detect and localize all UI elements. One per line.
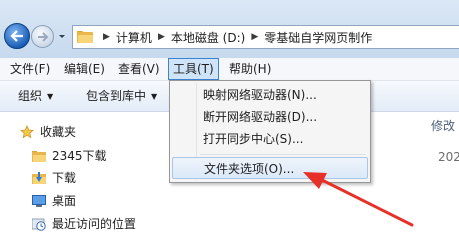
sidebar-item-label: 收藏夹 bbox=[40, 125, 77, 139]
column-header-date-modified[interactable]: 修改 bbox=[431, 117, 455, 134]
menu-item-label: 打开同步中心(S)... bbox=[203, 132, 304, 146]
menu-item-disconnect-network-drive[interactable]: 断开网络驱动器(D)... bbox=[172, 106, 368, 128]
star-icon bbox=[20, 125, 34, 139]
chevron-down-icon: ▼ bbox=[151, 92, 158, 101]
forward-button[interactable] bbox=[31, 25, 54, 48]
desktop-icon bbox=[32, 195, 46, 207]
forward-arrow-icon bbox=[37, 31, 48, 42]
sidebar-item-downloads[interactable]: 下载 bbox=[0, 167, 160, 189]
sidebar-item-label: 桌面 bbox=[52, 194, 77, 208]
include-in-library-button[interactable]: 包含到库中 ▼ bbox=[86, 81, 157, 111]
address-bar[interactable]: ▶ 计算机 ▶ 本地磁盘 (D:) ▶ 零基础自学网页制作 bbox=[72, 25, 459, 49]
recent-places-icon bbox=[32, 218, 46, 231]
breadcrumb-separator-icon[interactable]: ▶ bbox=[158, 32, 165, 42]
tools-dropdown-menu: 映射网络驱动器(N)... 断开网络驱动器(D)... 打开同步中心(S)...… bbox=[169, 80, 371, 183]
menu-bar: 文件(F) 编辑(E) 查看(V) 工具(T) 帮助(H) bbox=[0, 58, 459, 81]
back-button[interactable] bbox=[4, 23, 30, 49]
menu-item-folder-options[interactable]: 文件夹选项(O)... bbox=[172, 157, 368, 179]
breadcrumb-computer[interactable]: 计算机 bbox=[116, 29, 152, 46]
breadcrumb-local-disk[interactable]: 本地磁盘 (D:) bbox=[171, 29, 245, 46]
chevron-down-icon[interactable] bbox=[57, 30, 67, 42]
back-arrow-icon bbox=[10, 30, 23, 42]
menu-item-label: 映射网络驱动器(N)... bbox=[203, 88, 317, 102]
download-folder-icon bbox=[32, 172, 46, 184]
menu-separator bbox=[200, 154, 366, 155]
organize-label: 组织 bbox=[18, 89, 43, 103]
sidebar-item-label: 下载 bbox=[52, 171, 77, 185]
menu-edit[interactable]: 编辑(E) bbox=[60, 58, 109, 80]
sidebar-item-2345-download[interactable]: 2345下载 bbox=[0, 145, 160, 167]
menu-item-map-network-drive[interactable]: 映射网络驱动器(N)... bbox=[172, 84, 368, 106]
navigation-bar: ▶ 计算机 ▶ 本地磁盘 (D:) ▶ 零基础自学网页制作 bbox=[0, 0, 459, 58]
chevron-down-icon: ▼ bbox=[47, 92, 54, 101]
breadcrumb-separator-icon[interactable]: ▶ bbox=[251, 32, 258, 42]
sidebar-item-label: 2345下载 bbox=[52, 149, 107, 163]
breadcrumb-current-folder[interactable]: 零基础自学网页制作 bbox=[264, 29, 372, 46]
sidebar-item-desktop[interactable]: 桌面 bbox=[0, 190, 160, 212]
sidebar-item-recent-places[interactable]: 最近访问的位置 bbox=[0, 213, 160, 235]
folder-icon bbox=[77, 31, 93, 43]
include-in-library-label: 包含到库中 bbox=[86, 89, 147, 103]
menu-view[interactable]: 查看(V) bbox=[114, 58, 164, 80]
menu-item-open-sync-center[interactable]: 打开同步中心(S)... bbox=[172, 128, 368, 150]
file-date-modified: 202 bbox=[438, 150, 459, 164]
folder-icon bbox=[32, 151, 46, 162]
sidebar-item-label: 最近访问的位置 bbox=[52, 217, 137, 231]
organize-button[interactable]: 组织 ▼ bbox=[18, 81, 53, 111]
breadcrumb-separator-icon[interactable]: ▶ bbox=[103, 32, 110, 42]
menu-item-label: 文件夹选项(O)... bbox=[204, 162, 295, 176]
sidebar-item-favorites[interactable]: 收藏夹 bbox=[0, 121, 160, 143]
navigation-pane: 收藏夹 2345下载 下载 桌面 最近访问的位置 bbox=[0, 112, 160, 247]
menu-file[interactable]: 文件(F) bbox=[6, 58, 54, 80]
menu-tools[interactable]: 工具(T) bbox=[168, 58, 219, 80]
menu-item-label: 断开网络驱动器(D)... bbox=[203, 110, 318, 124]
menu-help[interactable]: 帮助(H) bbox=[225, 58, 275, 80]
